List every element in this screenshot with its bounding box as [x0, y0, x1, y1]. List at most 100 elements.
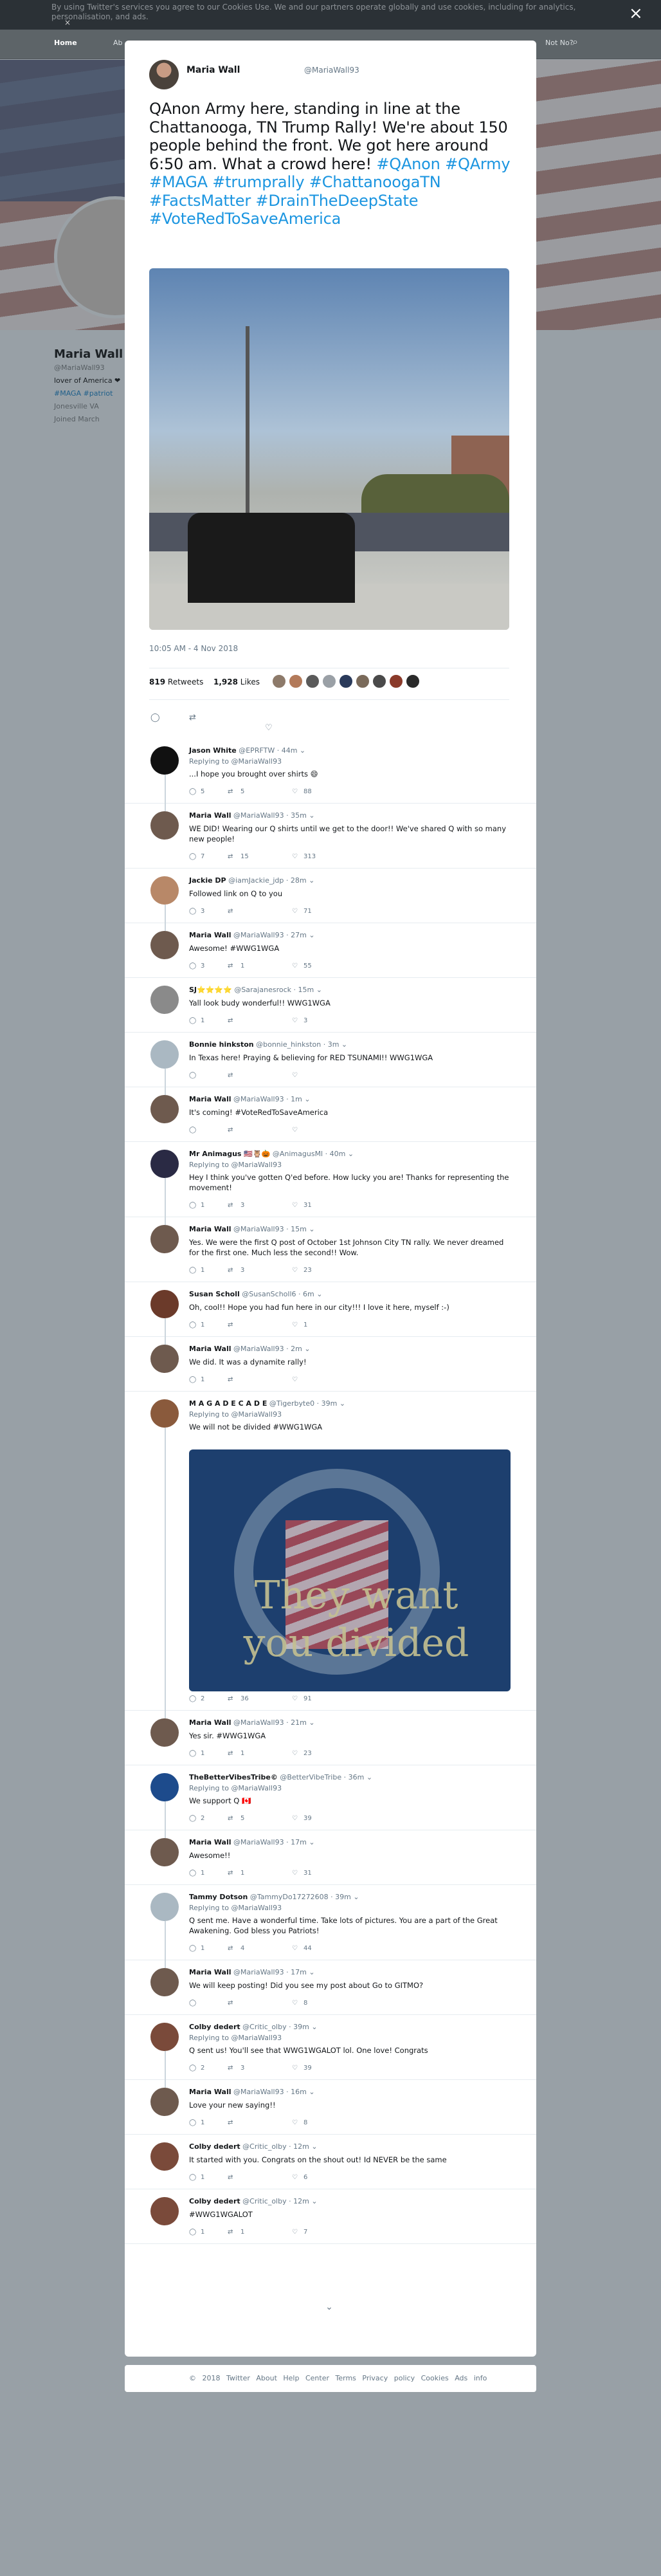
- reply-count[interactable]: 1: [201, 2119, 204, 2126]
- reply-author-name[interactable]: Jason White: [189, 746, 237, 755]
- reply-author-name[interactable]: Jackie DP: [189, 876, 226, 885]
- reply-icon[interactable]: ◯: [189, 2119, 196, 2126]
- reply-icon[interactable]: ◯: [189, 1072, 196, 1079]
- like-icon[interactable]: ♡: [292, 2065, 298, 2072]
- reply-count[interactable]: 5: [201, 788, 204, 795]
- reply-count[interactable]: 3: [201, 962, 204, 970]
- replying-to[interactable]: Replying to @MariaWall93: [189, 1410, 282, 1419]
- chevron-down-icon[interactable]: ⌄: [351, 1893, 359, 1901]
- chevron-down-icon[interactable]: ⌄: [309, 2197, 317, 2205]
- reply-count[interactable]: 1: [201, 1321, 204, 1329]
- like-icon[interactable]: ♡: [292, 1870, 298, 1877]
- replying-to[interactable]: Replying to @MariaWall93: [189, 2034, 282, 2042]
- reply-time[interactable]: 36m: [349, 1773, 365, 1781]
- reply-count[interactable]: 3: [201, 908, 204, 915]
- retweet-icon[interactable]: ⇄: [228, 1202, 233, 1209]
- retweet-count[interactable]: 5: [240, 1815, 244, 1822]
- retweet-count[interactable]: 4: [240, 1945, 244, 1952]
- like-icon[interactable]: ♡: [292, 1017, 298, 1024]
- reply-icon[interactable]: ◯: [189, 1202, 196, 1209]
- like-count[interactable]: 31: [303, 1202, 312, 1209]
- reply-author-handle[interactable]: @MariaWall93: [233, 1095, 284, 1103]
- like-count[interactable]: 23: [303, 1267, 312, 1274]
- nav-about[interactable]: Ab: [113, 39, 123, 47]
- like-count[interactable]: 39: [303, 1815, 312, 1822]
- chevron-down-icon[interactable]: ⌄: [339, 1040, 347, 1049]
- reply-author-handle[interactable]: @TammyDo17272608: [250, 1893, 329, 1901]
- reply-author-handle[interactable]: @bonnie_hinkston: [256, 1040, 321, 1049]
- footer-link[interactable]: Terms: [336, 2374, 356, 2382]
- cookie-close-icon[interactable]: ×: [64, 18, 71, 28]
- like-icon[interactable]: ♡: [292, 908, 298, 915]
- reply-time[interactable]: 1m: [291, 1095, 302, 1103]
- reply-author-name[interactable]: Colby dedert: [189, 2023, 240, 2031]
- chevron-down-icon[interactable]: ⌄: [297, 746, 305, 755]
- author-handle[interactable]: @MariaWall93: [304, 66, 359, 75]
- chevron-down-icon[interactable]: ⌄: [309, 2023, 317, 2031]
- reply-count[interactable]: 1: [201, 1945, 204, 1952]
- reply-icon[interactable]: ◯: [189, 1815, 196, 1822]
- reply-author-name[interactable]: Susan Scholl: [189, 1290, 240, 1298]
- like-icon[interactable]: ♡: [292, 1750, 298, 1757]
- replying-to[interactable]: Replying to @MariaWall93: [189, 1161, 282, 1169]
- chevron-down-icon[interactable]: ⌄: [364, 1773, 372, 1781]
- reply-time[interactable]: 27m: [291, 931, 307, 939]
- reply-icon[interactable]: ◯: [189, 1321, 196, 1329]
- reply-author-handle[interactable]: @BetterVibeTribe: [280, 1773, 341, 1781]
- retweet-icon[interactable]: ⇄: [228, 1321, 233, 1329]
- reply-author-handle[interactable]: @MariaWall93: [233, 1225, 284, 1233]
- reply-author-handle[interactable]: @Critic_olby: [242, 2023, 286, 2031]
- reply-author-handle[interactable]: @Critic_olby: [242, 2197, 286, 2205]
- retweet-icon[interactable]: ⇄: [228, 908, 233, 915]
- replying-to[interactable]: Replying to @MariaWall93: [189, 1784, 282, 1792]
- retweet-count[interactable]: 3: [240, 2065, 244, 2072]
- like-count[interactable]: 91: [303, 1695, 312, 1702]
- chevron-down-icon[interactable]: ⌄: [307, 1225, 314, 1233]
- reply-time[interactable]: 40m: [330, 1150, 346, 1158]
- footer-link[interactable]: Cookies: [421, 2374, 449, 2382]
- reply-time[interactable]: 28m: [291, 876, 307, 885]
- reply-icon[interactable]: ◯: [189, 853, 196, 860]
- nav-right[interactable]: Not No?: [545, 39, 574, 47]
- reply-author-name[interactable]: Tammy Dotson: [189, 1893, 248, 1901]
- retweet-icon[interactable]: ⇄: [228, 1017, 233, 1024]
- like-icon[interactable]: ♡: [292, 788, 298, 795]
- reply-time[interactable]: 6m: [303, 1290, 314, 1298]
- reply-icon[interactable]: ◯: [189, 2229, 196, 2236]
- reply-author-name[interactable]: Mr Animagus 🇺🇸🦉🎃: [189, 1150, 270, 1158]
- reply-icon[interactable]: ◯: [189, 2065, 196, 2072]
- chevron-down-icon[interactable]: ⌄: [307, 1968, 314, 1976]
- reply-author-name[interactable]: Maria Wall: [189, 1968, 231, 1976]
- like-icon[interactable]: ♡: [292, 1945, 298, 1952]
- like-icon[interactable]: ♡: [292, 853, 298, 860]
- retweet-icon[interactable]: ⇄: [228, 1870, 233, 1877]
- reply-author-name[interactable]: Maria Wall: [189, 1225, 231, 1233]
- reply-time[interactable]: 21m: [291, 1718, 307, 1727]
- liker-avatar[interactable]: [288, 674, 303, 689]
- footer-link[interactable]: Ads info: [455, 2374, 487, 2382]
- reply-count[interactable]: 1: [201, 2174, 204, 2181]
- avatar[interactable]: [150, 1225, 179, 1253]
- reply-image[interactable]: They want you divided: [189, 1449, 511, 1691]
- like-count[interactable]: 23: [303, 1750, 312, 1757]
- reply-time[interactable]: 44m: [282, 746, 298, 755]
- reply-time[interactable]: 16m: [291, 2088, 307, 2096]
- reply-icon[interactable]: ◯: [189, 2174, 196, 2181]
- chevron-down-icon[interactable]: ⌄: [307, 1838, 314, 1846]
- reply-icon[interactable]: ◯: [189, 1750, 196, 1757]
- reply-icon[interactable]: ◯: [189, 962, 196, 970]
- retweet-icon[interactable]: ⇄: [228, 1072, 233, 1079]
- reply-count[interactable]: 1: [201, 1376, 204, 1383]
- reply-time[interactable]: 12m: [293, 2142, 309, 2151]
- reply-author-handle[interactable]: @AnimagusMl: [273, 1150, 323, 1158]
- retweet-count[interactable]: 1: [240, 1870, 244, 1877]
- avatar[interactable]: [150, 1095, 179, 1123]
- footer-link[interactable]: About: [256, 2374, 277, 2382]
- avatar[interactable]: [150, 1773, 179, 1801]
- like-icon[interactable]: ♡: [292, 1072, 298, 1079]
- retweet-icon[interactable]: ⇄: [228, 1267, 233, 1274]
- retweet-count[interactable]: 3: [240, 1202, 244, 1209]
- retweet-icon[interactable]: ⇄: [189, 713, 196, 722]
- reply-author-name[interactable]: Colby dedert: [189, 2197, 240, 2205]
- like-icon[interactable]: ♡: [292, 2229, 298, 2236]
